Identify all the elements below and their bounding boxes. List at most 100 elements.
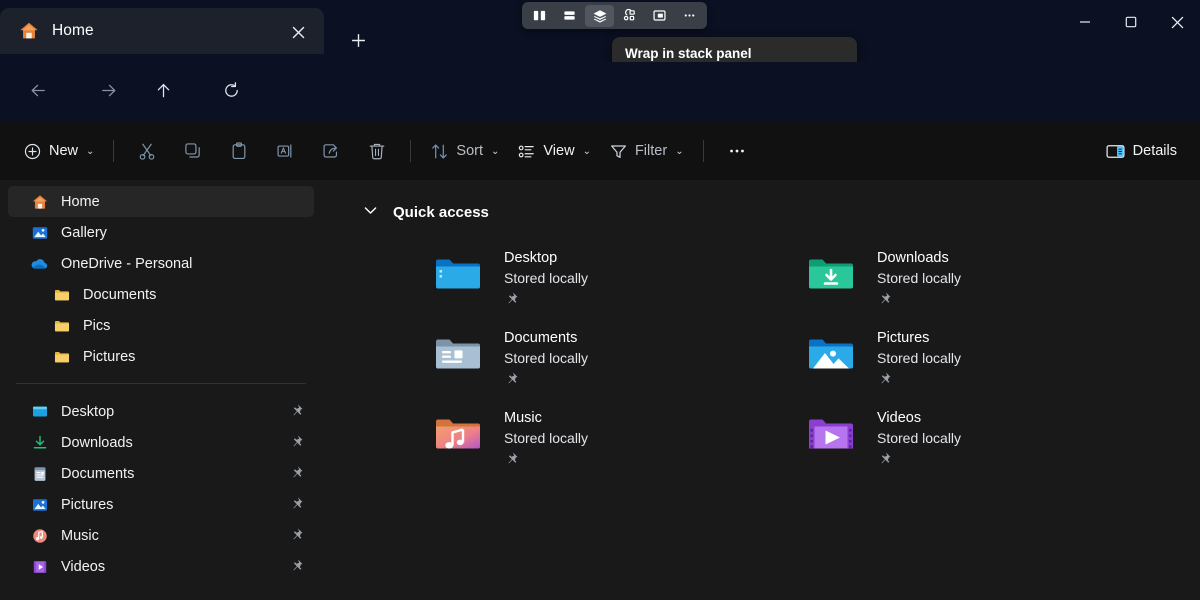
pin-icon[interactable] xyxy=(289,434,304,453)
forward-arrow-icon[interactable] xyxy=(90,72,126,108)
pin-icon[interactable] xyxy=(289,496,304,515)
content-pane: Quick access Desktop Stored locally xyxy=(322,180,1200,600)
tab-home[interactable]: Home xyxy=(0,8,324,54)
tile-name: Videos xyxy=(877,408,961,428)
sidebar-item-documents-onedrive[interactable]: Documents xyxy=(8,279,314,310)
tile-pictures[interactable]: Pictures Stored locally xyxy=(803,319,1176,399)
paste-icon[interactable] xyxy=(216,134,262,168)
sidebar-item-videos[interactable]: Videos xyxy=(8,551,314,582)
sort-label: Sort xyxy=(456,143,483,159)
chevron-down-icon[interactable] xyxy=(362,202,379,223)
tab-strip: Home xyxy=(0,8,324,62)
view-label: View xyxy=(543,143,574,159)
sidebar-item-gallery[interactable]: Gallery xyxy=(8,217,314,248)
minimize-icon[interactable] xyxy=(1062,0,1108,44)
chevron-down-icon[interactable]: ⌄ xyxy=(491,146,499,157)
tile-status: Stored locally xyxy=(504,428,588,448)
back-arrow-icon[interactable] xyxy=(20,72,56,108)
up-arrow-icon[interactable] xyxy=(145,72,181,108)
tab-title: Home xyxy=(52,22,94,40)
sidebar-item-home[interactable]: Home xyxy=(8,186,314,217)
window-controls xyxy=(1062,0,1200,44)
tile-videos[interactable]: Videos Stored locally xyxy=(803,399,1176,479)
sidebar-item-pics[interactable]: Pics xyxy=(8,310,314,341)
new-button-label: New xyxy=(49,143,78,159)
sidebar-item-label: Pictures xyxy=(61,497,113,513)
more-commands-icon[interactable] xyxy=(714,134,760,168)
command-bar: New ⌄ xyxy=(0,122,1200,180)
sidebar-item-pictures[interactable]: Pictures xyxy=(8,489,314,520)
tab-close-icon[interactable] xyxy=(286,20,310,44)
chevron-down-icon[interactable]: ⌄ xyxy=(86,146,94,157)
refresh-icon[interactable] xyxy=(213,72,249,108)
folder-yellow-icon xyxy=(52,285,71,304)
tile-documents[interactable]: Documents Stored locally xyxy=(430,319,803,399)
tile-status: Stored locally xyxy=(877,268,961,288)
navigation-bar: › Home › Search Home xyxy=(0,62,1200,118)
onedrive-icon xyxy=(30,254,49,273)
music-folder-icon xyxy=(430,405,486,461)
sidebar-item-music[interactable]: Music xyxy=(8,520,314,551)
tile-text: Music Stored locally xyxy=(504,405,588,471)
title-bar: Home xyxy=(0,0,1200,62)
close-icon[interactable] xyxy=(1154,0,1200,44)
quick-access-header[interactable]: Quick access xyxy=(362,202,1200,223)
sidebar-item-desktop[interactable]: Desktop xyxy=(8,396,314,427)
split-horizontal-icon[interactable] xyxy=(555,5,584,27)
pin-icon[interactable] xyxy=(877,451,961,471)
delete-icon[interactable] xyxy=(354,134,400,168)
pin-icon[interactable] xyxy=(289,465,304,484)
group-windows-icon[interactable] xyxy=(615,5,644,27)
pin-icon[interactable] xyxy=(289,558,304,577)
sidebar-item-documents[interactable]: Documents xyxy=(8,458,314,489)
pin-icon[interactable] xyxy=(504,291,588,311)
chevron-down-icon[interactable]: ⌄ xyxy=(583,146,591,157)
details-button[interactable]: Details xyxy=(1096,134,1186,168)
sidebar-item-label: Pics xyxy=(83,318,110,334)
sort-button[interactable]: Sort ⌄ xyxy=(421,134,508,168)
videos-folder-icon xyxy=(803,405,859,461)
cut-icon[interactable] xyxy=(124,134,170,168)
sidebar-item-downloads[interactable]: Downloads xyxy=(8,427,314,458)
sidebar-item-label: Pictures xyxy=(83,349,135,365)
new-button[interactable]: New ⌄ xyxy=(14,134,103,168)
tile-name: Downloads xyxy=(877,248,961,268)
divider xyxy=(113,140,114,162)
sidebar-item-onedrive[interactable]: OneDrive - Personal xyxy=(8,248,314,279)
chevron-down-icon[interactable]: ⌄ xyxy=(675,146,683,157)
home-color-icon xyxy=(30,192,49,211)
pin-icon[interactable] xyxy=(289,527,304,546)
view-button[interactable]: View ⌄ xyxy=(508,134,600,168)
maximize-icon[interactable] xyxy=(1108,0,1154,44)
tile-status: Stored locally xyxy=(504,348,588,368)
tile-music[interactable]: Music Stored locally xyxy=(430,399,803,479)
pin-icon[interactable] xyxy=(289,403,304,422)
pin-icon[interactable] xyxy=(504,451,588,471)
downloads-folder-icon xyxy=(803,245,859,301)
tile-name: Pictures xyxy=(877,328,961,348)
downloads-icon xyxy=(30,433,49,452)
sidebar-item-label: Videos xyxy=(61,559,105,575)
pin-icon[interactable] xyxy=(504,371,588,391)
stack-panel-icon[interactable] xyxy=(585,5,614,27)
share-icon[interactable] xyxy=(308,134,354,168)
filter-button[interactable]: Filter ⌄ xyxy=(600,134,693,168)
tile-downloads[interactable]: Downloads Stored locally xyxy=(803,239,1176,319)
sidebar-item-label: Music xyxy=(61,528,99,544)
sidebar-item-pictures-onedrive[interactable]: Pictures xyxy=(8,341,314,372)
sidebar-item-label: Home xyxy=(61,194,100,210)
tile-name: Documents xyxy=(504,328,588,348)
rename-icon[interactable] xyxy=(262,134,308,168)
divider-2 xyxy=(410,140,411,162)
more-options-icon[interactable] xyxy=(675,5,704,27)
pin-icon[interactable] xyxy=(877,291,961,311)
folder-yellow-icon xyxy=(52,316,71,335)
split-vertical-icon[interactable] xyxy=(525,5,554,27)
copy-icon[interactable] xyxy=(170,134,216,168)
tile-desktop[interactable]: Desktop Stored locally xyxy=(430,239,803,319)
music-icon xyxy=(30,526,49,545)
tile-text: Videos Stored locally xyxy=(877,405,961,471)
picture-in-picture-icon[interactable] xyxy=(645,5,674,27)
pin-icon[interactable] xyxy=(877,371,961,391)
new-tab-button[interactable] xyxy=(344,26,372,54)
